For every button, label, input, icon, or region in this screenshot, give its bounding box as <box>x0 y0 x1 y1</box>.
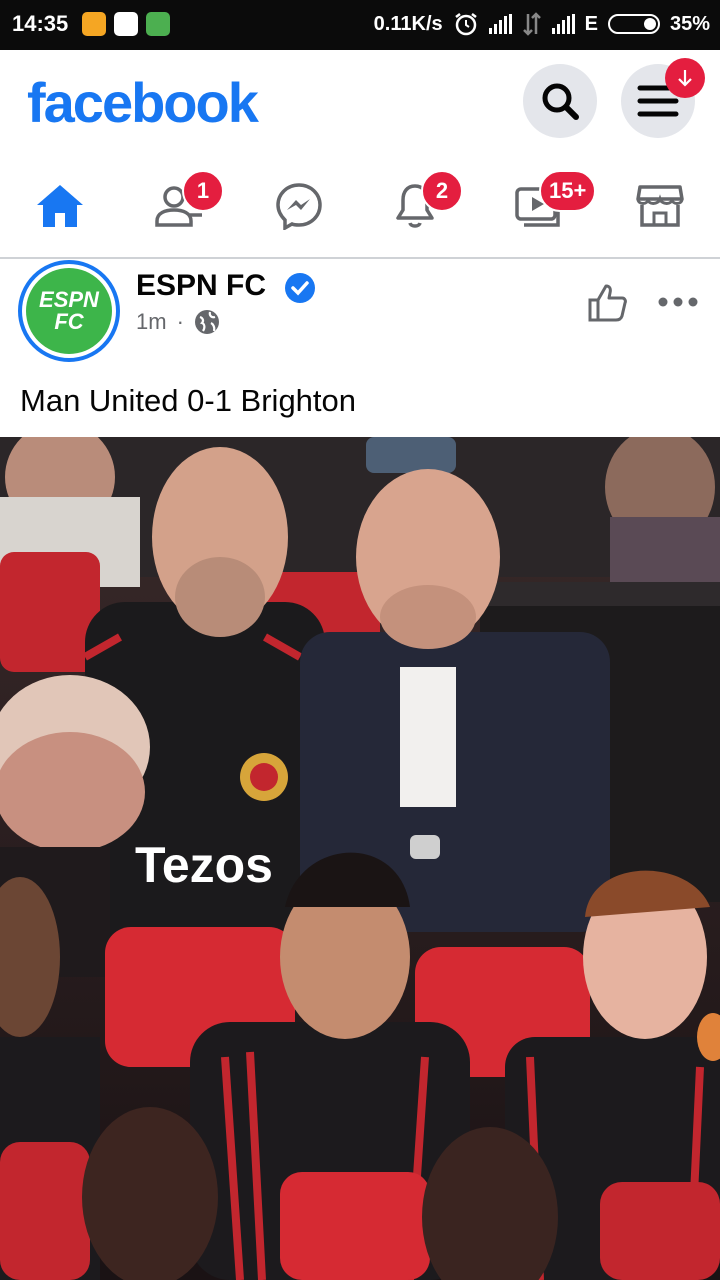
download-badge <box>665 58 705 98</box>
post-author-name[interactable]: ESPN FC <box>136 269 266 303</box>
tab-watch[interactable]: 15+ <box>479 156 599 256</box>
battery-level: 35% <box>669 12 710 35</box>
signal-icon <box>488 14 512 34</box>
app-header: facebook <box>0 50 720 156</box>
data-transfer-icon <box>522 12 541 36</box>
globe-icon <box>194 310 219 334</box>
photo-illustration: Tezos <box>0 437 720 1280</box>
post-text: Man United 0-1 Brighton <box>20 383 357 418</box>
search-icon <box>542 83 579 120</box>
signal-icon <box>551 14 575 34</box>
avatar[interactable]: ESPN FC <box>18 260 120 362</box>
search-button[interactable] <box>523 64 597 138</box>
friends-badge: 1 <box>182 170 224 212</box>
download-arrow-icon <box>678 70 692 87</box>
post-time[interactable]: 1m <box>136 309 167 335</box>
home-icon <box>37 185 83 227</box>
meta-separator: · <box>176 309 184 334</box>
post-photo[interactable]: Tezos <box>0 437 720 1280</box>
tab-home[interactable] <box>0 156 120 256</box>
post-meta: 1m · <box>136 309 220 335</box>
network-type: E <box>584 12 598 35</box>
menu-button[interactable] <box>621 58 705 138</box>
notification-app-icon <box>114 12 138 36</box>
tab-messenger[interactable] <box>239 156 359 256</box>
post-header: ESPN FC ESPN FC 1m · <box>0 260 720 370</box>
sponsor-text: Tezos <box>135 837 273 893</box>
avatar-logo-line1: ESPN <box>39 287 99 312</box>
notification-app-icon <box>146 12 170 36</box>
status-bar: 14:35 0.11K/s E 35% <box>0 0 720 50</box>
avatar-logo-line2: FC <box>54 309 84 334</box>
messenger-icon <box>276 183 322 230</box>
watch-badge: 15+ <box>539 170 597 212</box>
tab-bar: 1 2 15+ <box>0 156 720 259</box>
facebook-logo[interactable]: facebook <box>27 70 259 135</box>
battery-icon <box>607 14 660 34</box>
notification-app-icon <box>82 12 106 36</box>
store-icon <box>636 185 684 227</box>
more-options-icon[interactable] <box>658 296 698 308</box>
espn-fc-logo: ESPN FC <box>26 268 112 354</box>
like-icon[interactable] <box>586 280 630 324</box>
tab-marketplace[interactable] <box>600 156 720 256</box>
alarm-icon <box>454 13 477 36</box>
network-speed: 0.11K/s <box>373 12 443 35</box>
tab-friends[interactable]: 1 <box>120 156 240 256</box>
tab-notifications[interactable]: 2 <box>355 156 475 256</box>
notifications-badge: 2 <box>421 170 463 212</box>
status-time: 14:35 <box>12 11 69 36</box>
verified-badge-icon <box>285 273 315 303</box>
